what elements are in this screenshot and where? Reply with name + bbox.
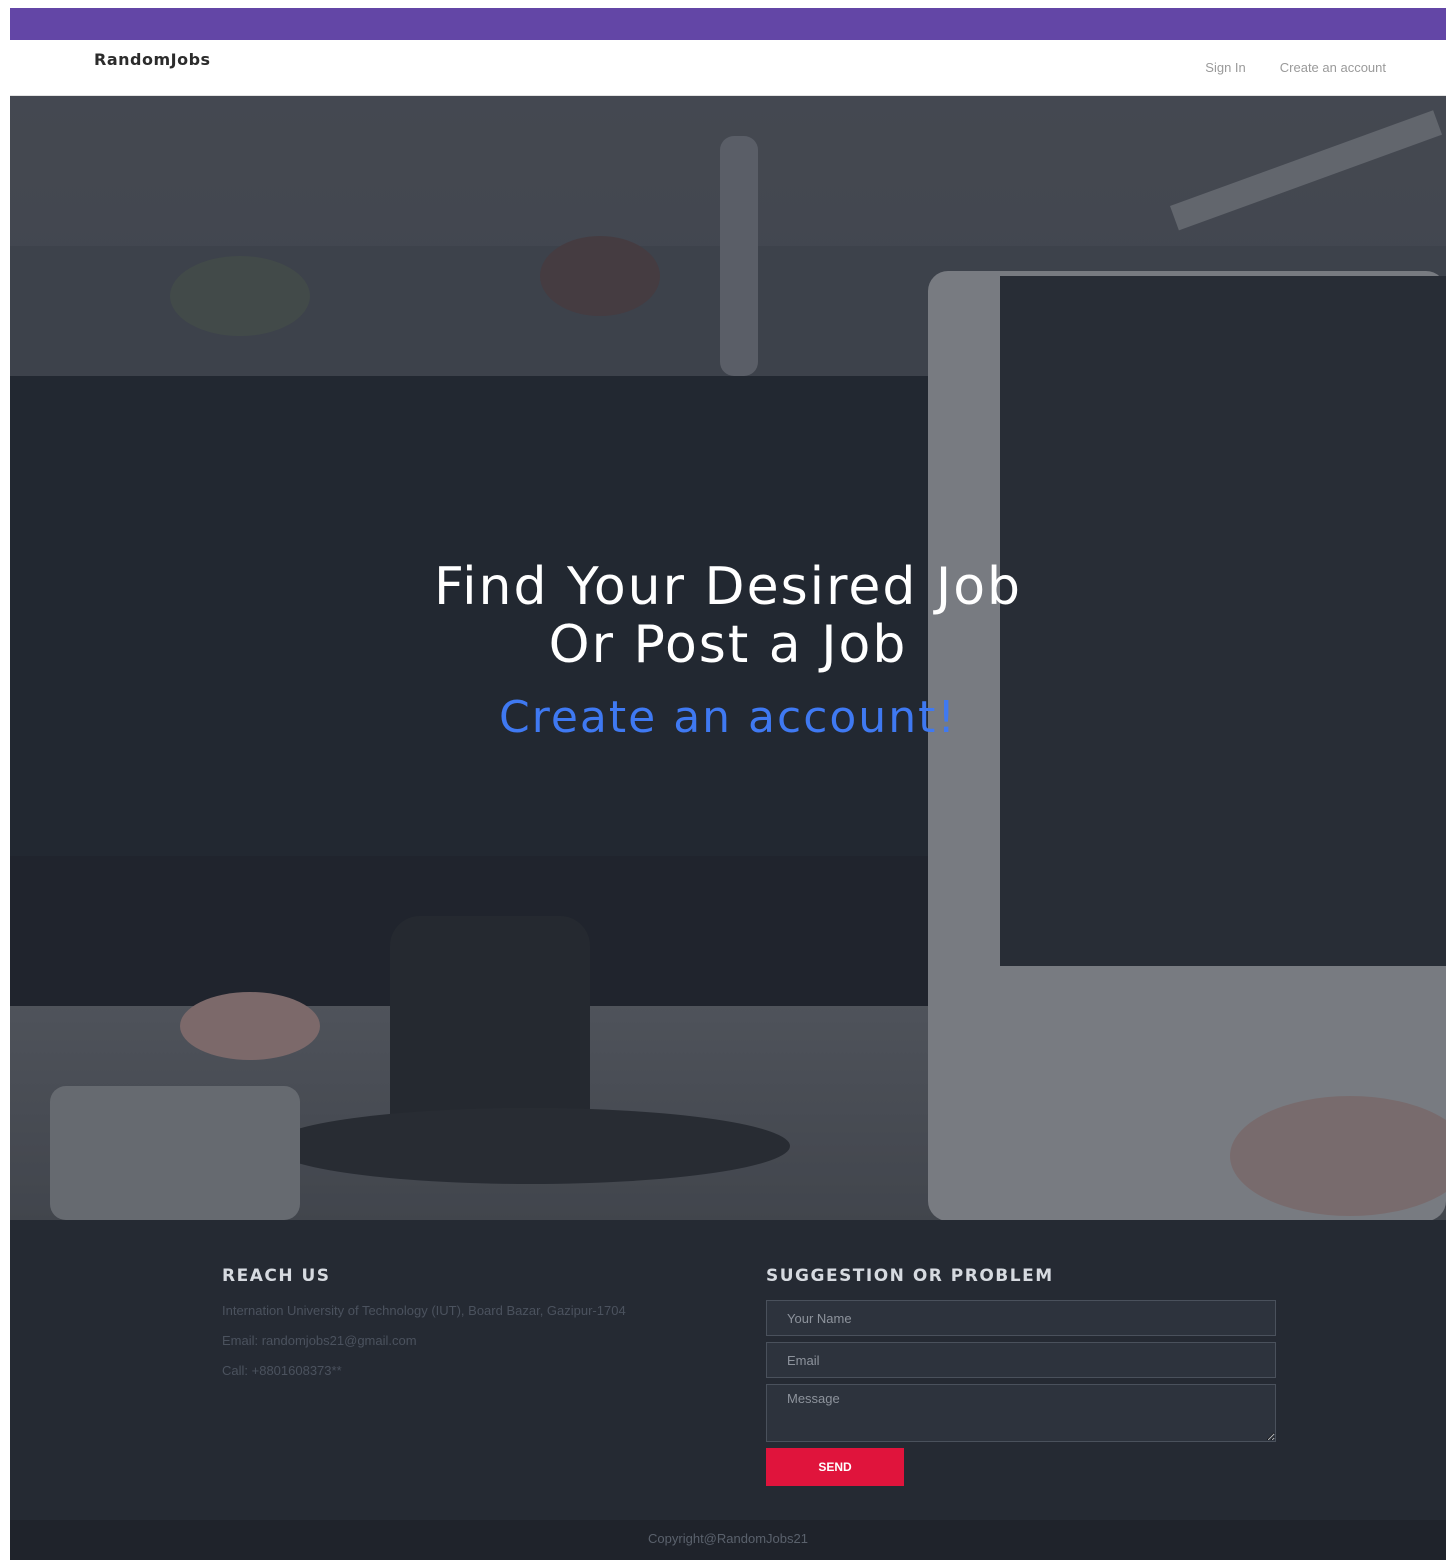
brand-logo[interactable]: RandomJobs (94, 50, 211, 69)
nav-create-account-link[interactable]: Create an account (1280, 60, 1386, 75)
nav-links: Sign In Create an account (1205, 60, 1386, 75)
reach-us-heading: REACH US (222, 1266, 331, 1286)
email-text: Email: randomjobs21@gmail.com (222, 1333, 417, 1348)
suggestion-heading: SUGGESTION OR PROBLEM (766, 1266, 1054, 1286)
suggestion-form-section: SUGGESTION OR PROBLEM SEND (766, 1266, 1276, 1486)
copyright-text: Copyright@RandomJobs21 (648, 1531, 808, 1546)
hero-title: Find Your Desired Job Or Post a Job (10, 558, 1446, 674)
email-input[interactable] (766, 1342, 1276, 1378)
hero-title-line-2: Or Post a Job (548, 615, 908, 675)
send-button[interactable]: SEND (766, 1448, 904, 1486)
footer: REACH US Internation University of Techn… (10, 1220, 1446, 1520)
hero-content: Find Your Desired Job Or Post a Job Crea… (10, 558, 1446, 743)
suggestion-form: SEND (766, 1300, 1276, 1486)
reach-us-section: REACH US Internation University of Techn… (222, 1266, 702, 1390)
hero-create-account-link[interactable]: Create an account! (499, 692, 957, 743)
nav-sign-in-link[interactable]: Sign In (1205, 60, 1245, 75)
top-color-strip (10, 8, 1446, 40)
hero-banner: Find Your Desired Job Or Post a Job Crea… (10, 96, 1446, 1220)
message-textarea[interactable] (766, 1384, 1276, 1442)
navbar: RandomJobs Sign In Create an account (10, 40, 1446, 96)
hero-title-line-1: Find Your Desired Job (433, 557, 1023, 617)
copyright-bar: Copyright@RandomJobs21 (10, 1520, 1446, 1560)
name-input[interactable] (766, 1300, 1276, 1336)
call-text: Call: +8801608373** (222, 1363, 342, 1378)
address-text: Internation University of Technology (IU… (222, 1303, 626, 1318)
